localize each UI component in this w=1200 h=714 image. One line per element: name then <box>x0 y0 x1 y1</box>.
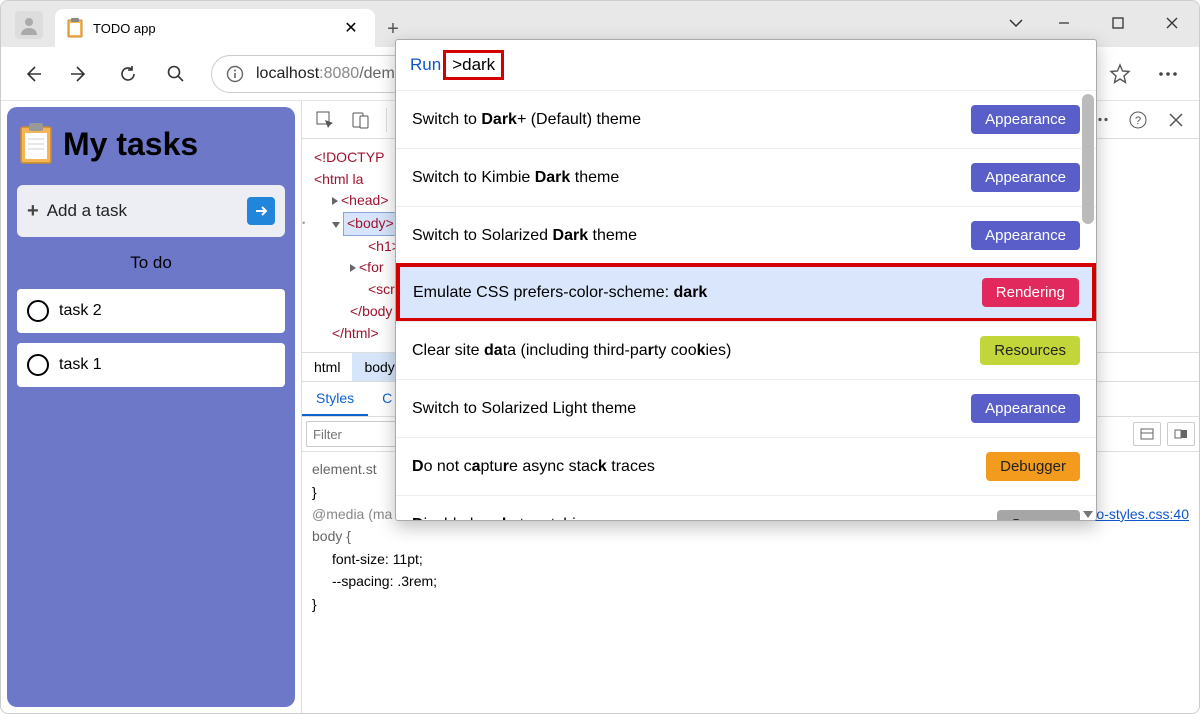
submit-task-button[interactable] <box>247 197 275 225</box>
favorites-button[interactable] <box>1099 53 1141 95</box>
cls-button[interactable] <box>1167 422 1195 446</box>
todo-header: My tasks <box>17 117 285 171</box>
devtools-close-button[interactable] <box>1161 105 1191 135</box>
command-item[interactable]: Disable bracket matching Sources <box>396 495 1096 520</box>
css-media: @media (ma <box>312 506 392 522</box>
task-label: task 1 <box>59 356 102 374</box>
help-button[interactable]: ? <box>1123 105 1153 135</box>
css-property[interactable]: --spacing: .3rem; <box>312 570 1189 592</box>
command-item[interactable]: Switch to Solarized Light theme Appearanc… <box>396 379 1096 437</box>
add-task-input[interactable]: + Add a task <box>17 185 285 237</box>
command-category-badge: Resources <box>980 336 1080 365</box>
command-item-label: Emulate CSS prefers-color-scheme: dark <box>413 284 970 302</box>
command-query-highlight: >dark <box>443 50 504 80</box>
scrollbar[interactable] <box>1082 94 1094 224</box>
command-item-label: Switch to Dark+ (Default) theme <box>412 111 959 129</box>
command-item[interactable]: Switch to Kimbie Dark theme Appearance <box>396 148 1096 206</box>
command-item-label: Disable bracket matching <box>412 516 985 521</box>
maximize-button[interactable] <box>1091 3 1145 43</box>
command-category-badge: Appearance <box>971 105 1080 134</box>
command-category-badge: Appearance <box>971 394 1080 423</box>
close-window-button[interactable] <box>1145 3 1199 43</box>
plus-icon: + <box>27 200 39 223</box>
command-item[interactable]: Switch to Dark+ (Default) theme Appearanc… <box>396 90 1096 148</box>
css-property[interactable]: font-size: 11pt; <box>312 548 1189 570</box>
device-toggle-button[interactable] <box>346 105 376 135</box>
task-item[interactable]: task 2 <box>17 289 285 333</box>
command-item-label: Switch to Solarized Dark theme <box>412 227 959 245</box>
command-item-label: Switch to Kimbie Dark theme <box>412 169 959 187</box>
task-list: task 2 task 1 <box>17 289 285 397</box>
forward-button[interactable] <box>59 53 101 95</box>
chevron-down-icon[interactable] <box>995 3 1037 43</box>
back-button[interactable] <box>11 53 53 95</box>
search-button[interactable] <box>155 53 197 95</box>
info-icon <box>226 65 244 83</box>
command-run-prefix: Run <box>410 55 441 75</box>
tab-styles[interactable]: Styles <box>302 382 368 416</box>
task-checkbox[interactable] <box>27 300 49 322</box>
add-task-placeholder: Add a task <box>47 201 239 221</box>
command-item[interactable]: Clear site data (including third-party c… <box>396 321 1096 379</box>
command-item[interactable]: Switch to Solarized Dark theme Appearance <box>396 206 1096 264</box>
css-brace: } <box>312 593 1189 615</box>
task-label: task 2 <box>59 302 102 320</box>
tab-title: TODO app <box>93 21 329 36</box>
command-category-badge: Rendering <box>982 278 1079 307</box>
command-category-badge: Appearance <box>971 221 1080 250</box>
window-controls <box>995 3 1199 43</box>
command-item[interactable]: Do not capture async stack traces Debugge… <box>396 437 1096 495</box>
person-icon <box>19 15 39 35</box>
minimize-button[interactable] <box>1037 3 1091 43</box>
command-results: Switch to Dark+ (Default) theme Appearanc… <box>396 90 1096 520</box>
page-title: My tasks <box>63 126 198 163</box>
inspect-element-button[interactable] <box>310 105 340 135</box>
clipboard-icon <box>67 18 83 38</box>
todo-app: My tasks + Add a task To do task 2 task 1 <box>7 107 295 707</box>
clipboard-icon <box>19 123 53 165</box>
task-checkbox[interactable] <box>27 354 49 376</box>
hov-button[interactable] <box>1133 422 1161 446</box>
task-item[interactable]: task 1 <box>17 343 285 387</box>
scroll-down-icon[interactable] <box>1083 511 1093 518</box>
more-button[interactable] <box>1147 53 1189 95</box>
browser-tab[interactable]: TODO app ✕ <box>55 9 375 47</box>
command-category-badge: Sources <box>997 510 1080 520</box>
command-input-row[interactable]: Run >dark <box>396 40 1096 90</box>
breadcrumb-html[interactable]: html <box>302 353 352 381</box>
tab-close-button[interactable]: ✕ <box>339 16 363 40</box>
css-selector: body { <box>312 525 1189 547</box>
command-category-badge: Appearance <box>971 163 1080 192</box>
command-item[interactable]: Emulate CSS prefers-color-scheme: dark Re… <box>396 263 1096 322</box>
section-todo-header: To do <box>17 251 285 275</box>
reload-button[interactable] <box>107 53 149 95</box>
svg-text:?: ? <box>1135 115 1141 127</box>
separator <box>386 108 387 132</box>
command-category-badge: Debugger <box>986 452 1080 481</box>
command-menu: Run >dark Switch to Dark+ (Default) them… <box>395 39 1097 521</box>
command-item-label: Clear site data (including third-party c… <box>412 342 968 360</box>
command-item-label: Switch to Solarized Light theme <box>412 400 959 418</box>
profile-button[interactable] <box>15 11 43 39</box>
command-item-label: Do not capture async stack traces <box>412 458 974 476</box>
